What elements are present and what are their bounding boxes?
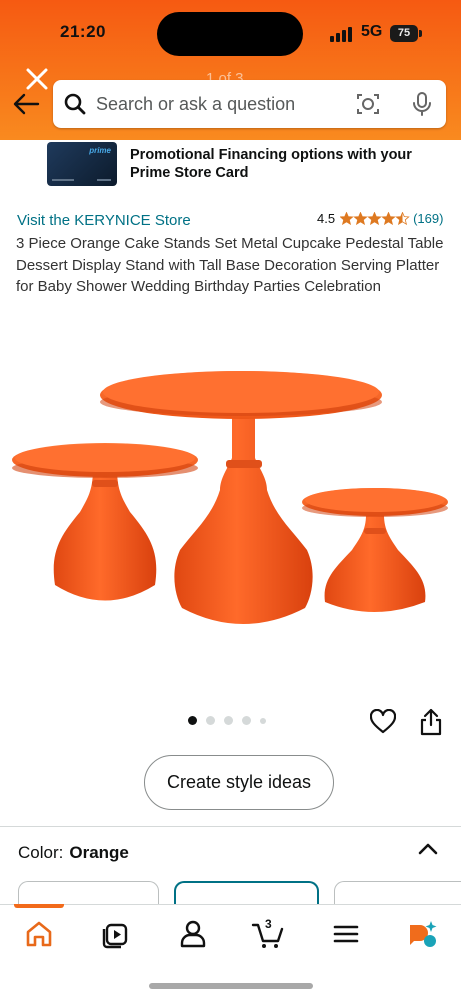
close-icon[interactable]: [24, 66, 50, 92]
menu-icon[interactable]: [329, 917, 363, 951]
carousel-dot[interactable]: [242, 716, 251, 725]
camera-lens-icon[interactable]: [356, 92, 380, 116]
create-style-ideas-button[interactable]: Create style ideas: [144, 755, 334, 810]
cart-button[interactable]: 3: [251, 917, 285, 951]
heart-icon[interactable]: [370, 709, 396, 735]
carousel-dot[interactable]: [260, 717, 266, 724]
image-carousel-dots[interactable]: [188, 716, 275, 725]
card-brand: prime: [89, 146, 111, 155]
rating-summary[interactable]: 4.5 (169): [317, 211, 443, 226]
product-title: 3 Piece Orange Cake Stands Set Metal Cup…: [16, 235, 444, 295]
cart-count: 3: [265, 917, 272, 931]
prime-store-card-image: prime: [47, 142, 117, 186]
product-image[interactable]: [0, 340, 461, 640]
carousel-dot[interactable]: [224, 716, 233, 725]
search-placeholder: Search or ask a question: [96, 94, 296, 114]
search-icon: [64, 93, 86, 115]
dynamic-island: [157, 12, 303, 56]
store-link[interactable]: Visit the KERYNICE Store: [17, 212, 191, 229]
microphone-icon[interactable]: [411, 91, 433, 117]
promo-banner[interactable]: prime Promotional Financing options with…: [0, 140, 461, 188]
promo-text: Promotional Financing options with your …: [130, 147, 412, 181]
section-divider: [0, 826, 461, 827]
active-tab-indicator: [14, 904, 64, 908]
home-indicator: [149, 983, 313, 989]
share-icon[interactable]: [419, 708, 443, 736]
review-count: (169): [413, 211, 444, 226]
account-icon[interactable]: [176, 917, 210, 951]
signal-icon: [330, 26, 356, 42]
color-value: Orange: [69, 843, 129, 862]
color-selector-label[interactable]: Color: Orange: [18, 843, 129, 863]
home-icon[interactable]: [22, 917, 56, 951]
rufus-icon[interactable]: [406, 917, 440, 951]
search-bar[interactable]: Search or ask a question: [53, 80, 446, 128]
battery-tip: [419, 30, 422, 37]
carousel-dot[interactable]: [188, 716, 197, 725]
status-time: 21:20: [60, 22, 106, 41]
network-type: 5G: [361, 23, 383, 40]
play-icon[interactable]: [99, 917, 133, 951]
carousel-dot[interactable]: [206, 716, 215, 725]
rating-value: 4.5: [317, 211, 336, 226]
color-label: Color:: [18, 843, 64, 862]
star-rating-icon: [340, 212, 410, 225]
app-header: 21:20 5G 75 1 of 3 Search or ask a quest…: [0, 0, 461, 140]
back-arrow-icon[interactable]: [12, 92, 40, 116]
chevron-up-icon[interactable]: [417, 840, 439, 856]
battery-icon: 75: [390, 25, 418, 42]
